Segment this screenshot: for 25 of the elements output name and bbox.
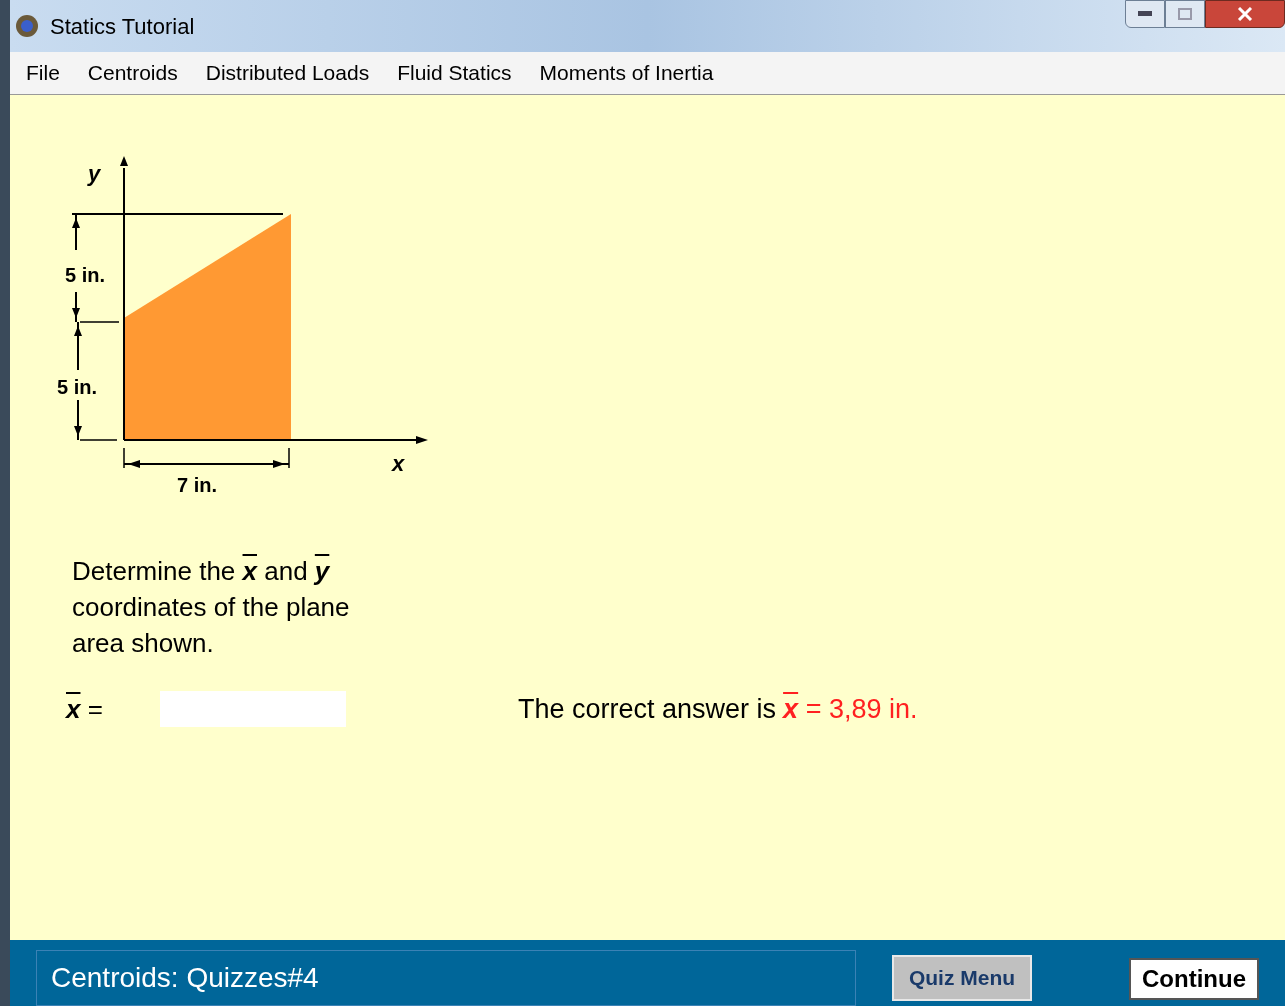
window-title: Statics Tutorial: [50, 12, 195, 41]
axis-label: y: [88, 161, 101, 186]
minimize-icon: [1138, 11, 1152, 17]
menu-item[interactable]: Moments of Inertia: [539, 57, 714, 89]
answer-value: x = 3,89 in.: [783, 693, 918, 726]
close-button[interactable]: [1205, 0, 1285, 28]
menu-item[interactable]: Centroids: [87, 57, 178, 89]
menu-item[interactable]: Distributed Loads: [205, 57, 370, 89]
dimension-label: 5 in.: [65, 264, 105, 286]
axis-label: x: [392, 451, 405, 476]
question-text: Determine the x and y coordinates of the plane area shown.: [72, 555, 351, 660]
maximize-icon: [1178, 8, 1192, 20]
menu-item[interactable]: Fluid Statics: [397, 57, 512, 89]
menu-item[interactable]: File: [26, 57, 60, 89]
continue-button[interactable]: Continue: [1129, 958, 1259, 1000]
status-text: Centroids: Quizzes#4: [51, 961, 319, 995]
maximize-button[interactable]: [1165, 0, 1205, 28]
dimension-label: 5 in.: [57, 376, 97, 398]
field-label: x =: [66, 692, 104, 726]
minimize-button[interactable]: [1125, 0, 1165, 28]
input-field[interactable]: [160, 691, 346, 728]
close-icon: [1237, 7, 1253, 21]
feedback-text: The correct answer is: [518, 693, 777, 726]
dimension-label: 7 in.: [177, 474, 217, 496]
quiz-menu-button[interactable]: Quiz Menu: [892, 955, 1032, 1001]
